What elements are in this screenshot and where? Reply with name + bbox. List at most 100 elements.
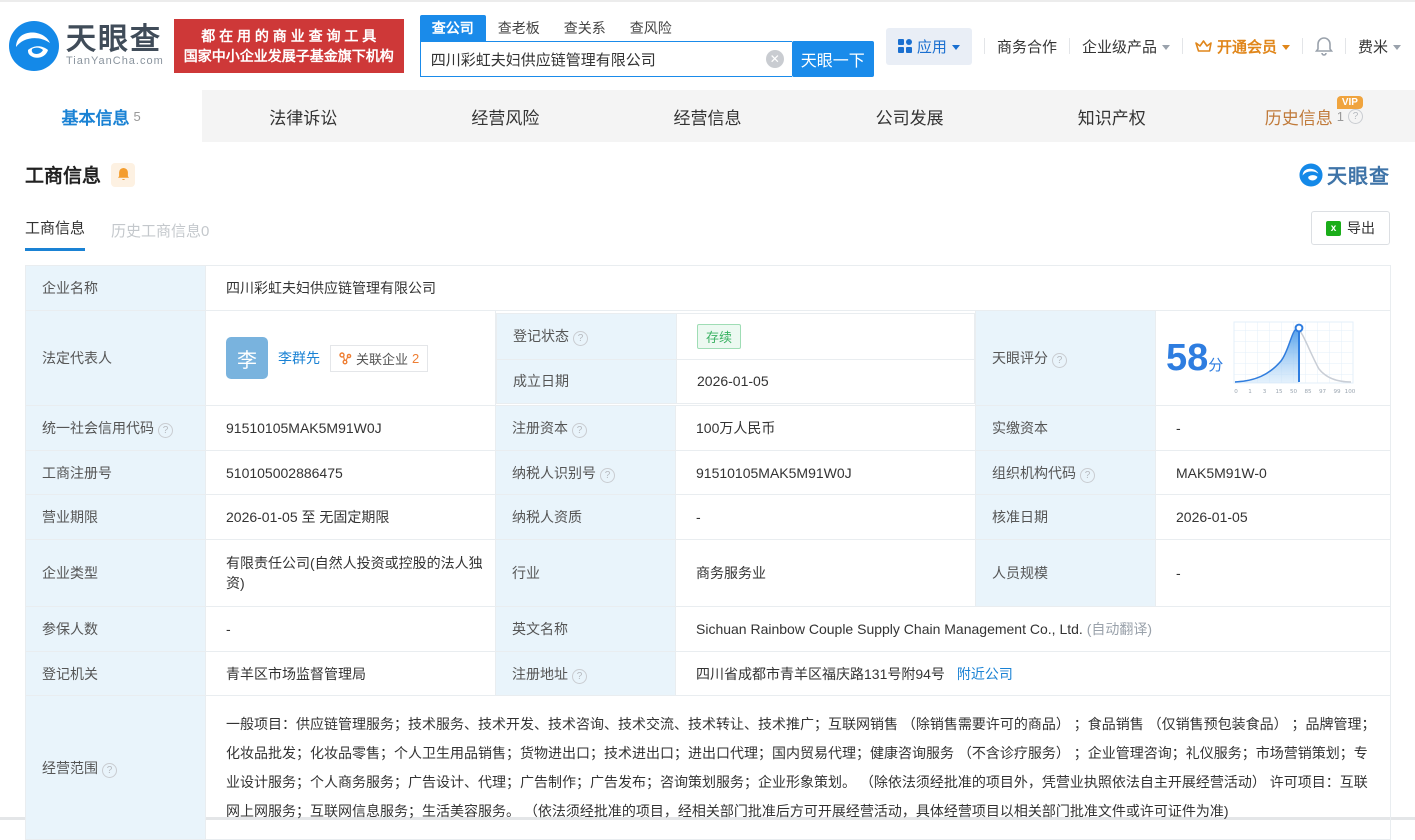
help-icon[interactable]: ?	[102, 762, 117, 778]
tab-company-development[interactable]: 公司发展	[809, 90, 1011, 142]
table-row: 经营范围? 一般项目：供应链管理服务；技术服务、技术开发、技术咨询、技术交流、技…	[25, 695, 1392, 840]
business-scope-value: 一般项目：供应链管理服务；技术服务、技术开发、技术咨询、技术交流、技术转让、技术…	[204, 695, 1392, 840]
field-label: 登记状态?	[496, 312, 677, 360]
username: 费米	[1357, 38, 1388, 56]
reg-status-cell: 存续	[676, 312, 975, 360]
nav-divider	[1181, 38, 1183, 54]
nav-business-cooperation[interactable]: 商务合作	[997, 36, 1057, 57]
subtab-row: 工商信息 历史工商信息0 x 导出	[25, 211, 1390, 251]
avatar[interactable]: 李	[226, 337, 268, 379]
field-label: 工商注册号	[25, 450, 206, 495]
related-companies-badge[interactable]: 关联企业 2	[330, 344, 429, 372]
tab-label: 法律诉讼	[269, 108, 338, 128]
subtab-history-business-info[interactable]: 历史工商信息0	[111, 220, 209, 251]
table-row: 营业期限 2026-01-05 至 无固定期限 纳税人资质 - 核准日期 202…	[25, 494, 1392, 540]
help-icon[interactable]: ?	[1052, 353, 1067, 368]
help-icon[interactable]: ?	[1080, 467, 1095, 483]
clear-search-icon[interactable]: ✕	[765, 50, 784, 68]
english-name-cell: Sichuan Rainbow Couple Supply Chain Mana…	[674, 606, 1392, 652]
search-tab-risk[interactable]: 查风险	[618, 15, 684, 41]
chevron-down-icon	[1393, 44, 1401, 50]
taxpayer-quality-value: -	[675, 494, 976, 540]
reg-address-value: 四川省成都市青羊区福庆路131号附94号	[696, 665, 945, 682]
svg-text:15: 15	[1276, 389, 1284, 395]
legal-representative-cell: 李 李群先 关联企业 2	[205, 310, 496, 406]
nav-divider	[983, 38, 985, 54]
tab-basic-info[interactable]: 基本信息 5	[0, 90, 203, 142]
paid-capital-value: -	[1154, 405, 1392, 451]
nav-open-vip[interactable]: 开通会员	[1195, 36, 1290, 57]
field-label: 注册地址?	[495, 651, 676, 696]
help-icon[interactable]: ?	[600, 467, 615, 483]
tab-intellectual-property[interactable]: 知识产权	[1011, 90, 1213, 142]
svg-text:0: 0	[1235, 389, 1239, 395]
nearby-companies-link[interactable]: 附近公司	[957, 666, 1013, 682]
field-label: 行业	[495, 539, 676, 607]
nav-apps[interactable]: 应用	[885, 27, 972, 65]
svg-text:1: 1	[1249, 389, 1253, 395]
tab-operation-info[interactable]: 经营信息	[606, 90, 808, 142]
subscribe-bell-icon[interactable]	[111, 162, 136, 187]
main-content: 工商信息 天眼查 工商信息 历史工商信息0 x 导出 企业名称 四川彩虹夫妇供应…	[0, 142, 1415, 840]
tab-history-info[interactable]: VIP 历史信息 1 ?	[1213, 90, 1415, 142]
watermark-logo: 天眼查	[1299, 160, 1390, 189]
nav-divider	[1068, 38, 1070, 54]
svg-text:85: 85	[1305, 389, 1313, 395]
vip-badge: VIP	[1336, 96, 1363, 109]
notification-bell-icon[interactable]	[1314, 36, 1333, 56]
tab-label: 经营信息	[673, 108, 742, 128]
tab-legal-litigation[interactable]: 法律诉讼	[202, 90, 404, 142]
search-input[interactable]	[419, 41, 792, 77]
nested-status-cell: 登记状态? 存续 成立日期 2026-01-05	[495, 310, 976, 406]
tab-count: 5	[133, 108, 141, 124]
field-label: 实缴资本	[975, 405, 1156, 451]
tab-label: 知识产权	[1077, 108, 1146, 128]
help-icon[interactable]: ?	[573, 331, 588, 346]
score-distribution-chart: 0 1 3 15 50 85 97 99 100	[1233, 321, 1355, 395]
related-label: 关联企业	[356, 351, 409, 367]
credit-code-value: 91510105MAK5M91W0J	[205, 405, 496, 451]
nav-enterprise-products[interactable]: 企业级产品	[1082, 36, 1170, 57]
score-cell: 58分 0 1 3 15 50 85 97 99 100	[1154, 310, 1392, 406]
field-label: 经营范围?	[25, 695, 206, 840]
export-button[interactable]: x 导出	[1311, 211, 1390, 245]
search-box: ✕ 天眼一下	[419, 41, 874, 77]
field-label: 登记机关	[25, 651, 206, 696]
field-label: 统一社会信用代码?	[25, 405, 206, 451]
reg-authority-value: 青羊区市场监督管理局	[205, 651, 496, 696]
search-tab-relation[interactable]: 查关系	[552, 15, 618, 41]
search-tabs: 查公司 查老板 查关系 查风险	[419, 15, 874, 41]
legal-person-link[interactable]: 李群先	[278, 348, 320, 368]
field-label: 纳税人资质	[495, 494, 676, 540]
svg-text:50: 50	[1290, 389, 1298, 395]
nav-biz-label: 商务合作	[996, 38, 1057, 56]
tab-operation-risk[interactable]: 经营风险	[404, 90, 606, 142]
help-icon[interactable]: ?	[1348, 108, 1364, 124]
tianyancha-logo-icon	[9, 21, 59, 71]
table-row: 工商注册号 510105002886475 纳税人识别号? 91510105MA…	[25, 450, 1392, 495]
field-label: 参保人数	[25, 606, 206, 652]
approval-date-value: 2026-01-05	[1154, 494, 1392, 540]
field-label: 营业期限	[25, 494, 206, 540]
business-info-table: 企业名称 四川彩虹夫妇供应链管理有限公司 法定代表人 李 李群先 关联企业 2 …	[25, 265, 1392, 840]
search-tab-boss[interactable]: 查老板	[486, 15, 552, 41]
brand-name: 天眼查	[66, 23, 162, 56]
help-icon[interactable]: ?	[572, 423, 587, 438]
reg-number-value: 510105002886475	[205, 450, 496, 495]
org-code-value: MAK5M91W-0	[1154, 450, 1392, 495]
search-button[interactable]: 天眼一下	[791, 41, 874, 77]
nav-user-menu[interactable]: 费米	[1358, 36, 1401, 57]
subtab-business-info[interactable]: 工商信息	[25, 217, 86, 251]
chevron-down-icon	[1161, 44, 1170, 50]
staff-size-value: -	[1154, 539, 1392, 607]
field-label: 法定代表人	[25, 310, 206, 406]
help-icon[interactable]: ?	[572, 668, 587, 684]
reg-capital-value: 100万人民币	[675, 405, 976, 451]
taxpayer-id-value: 91510105MAK5M91W0J	[675, 450, 976, 495]
help-icon[interactable]: ?	[158, 423, 173, 438]
slogan-line1: 都 在 用 的 商 业 查 询 工 具	[201, 28, 377, 44]
tianyancha-logo[interactable]: 天眼查 TianYanCha.com	[8, 20, 164, 72]
score-value: 58分	[1166, 337, 1224, 379]
search-tab-company[interactable]: 查公司	[419, 15, 486, 41]
svg-text:97: 97	[1319, 389, 1327, 395]
